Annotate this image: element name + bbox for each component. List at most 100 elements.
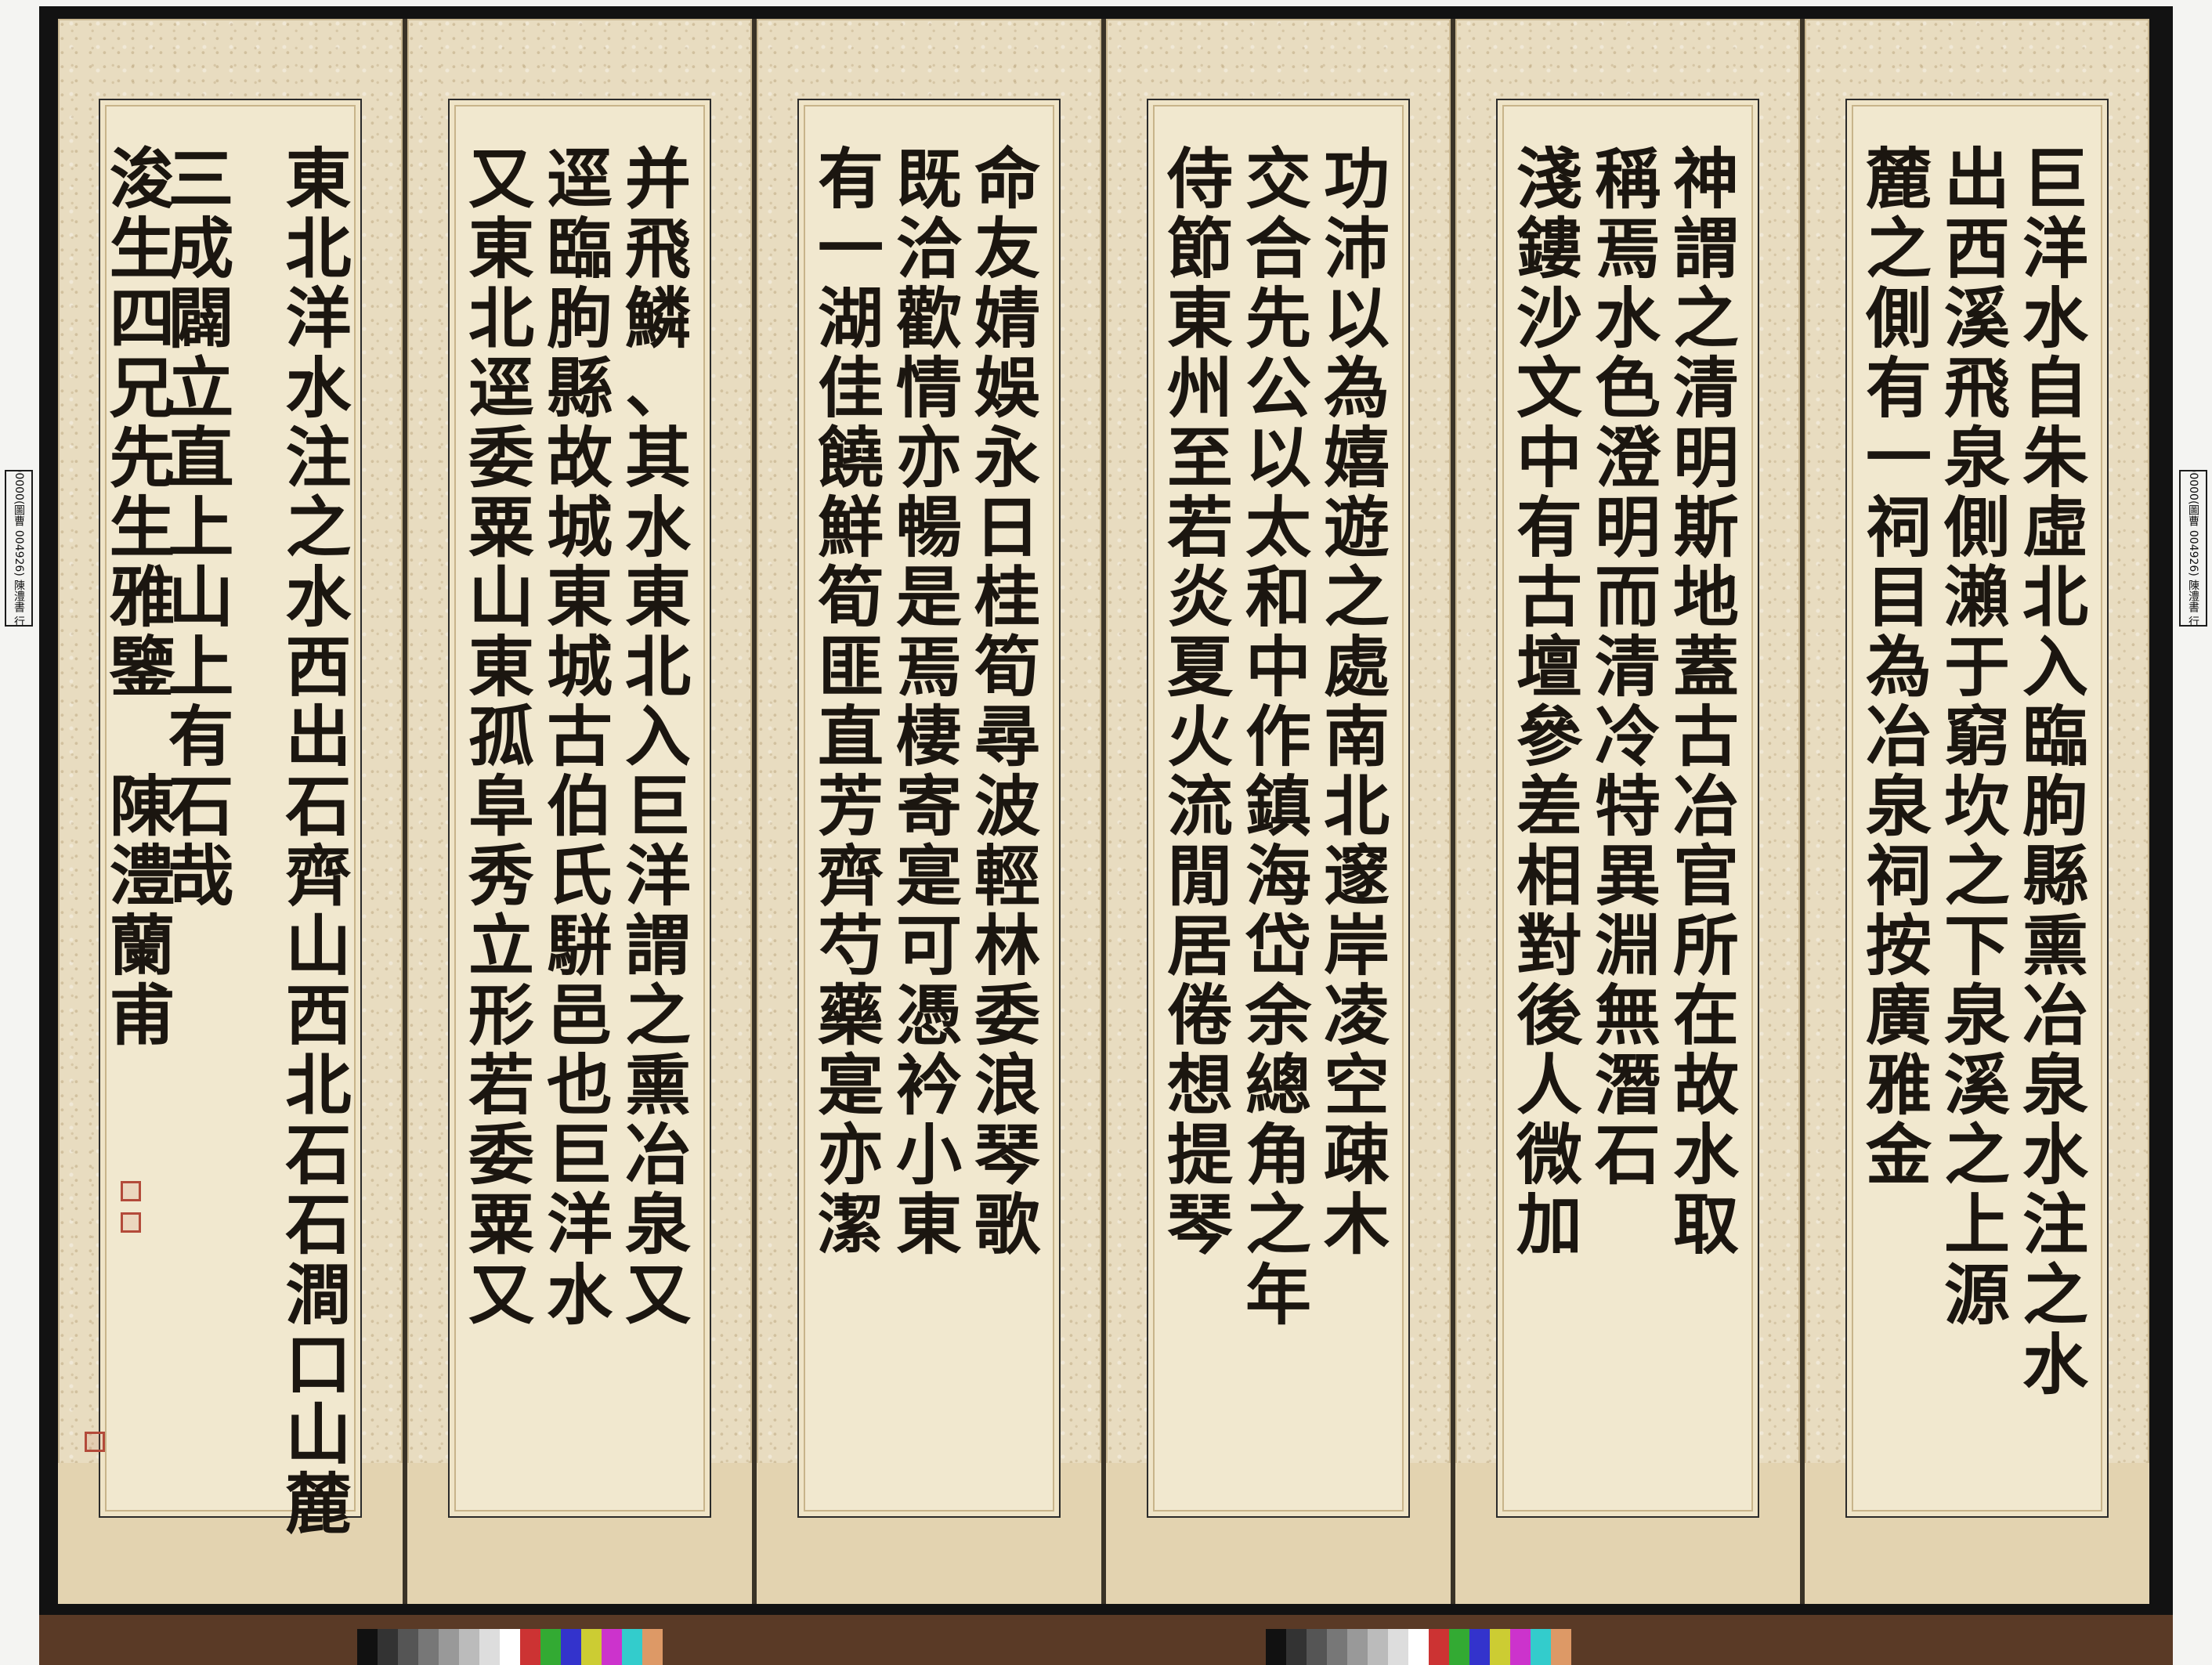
calligraphy-character: 中 xyxy=(1245,628,1311,706)
calligraphy-character: 巨 xyxy=(546,1116,613,1194)
calligraphy-character: 和 xyxy=(1245,558,1311,637)
calligraphy-character: 無 xyxy=(1594,977,1661,1055)
calligraphy-character: 城 xyxy=(546,489,613,567)
calligraphy-character: 注 xyxy=(2022,1186,2088,1264)
calligraphy-character: 浪 xyxy=(974,1046,1040,1125)
calligraphy-character: 山 xyxy=(285,1395,352,1473)
calligraphy-character: 日 xyxy=(974,489,1040,567)
calligraphy-character: 城 xyxy=(546,628,613,706)
calligraphy-character: 南 xyxy=(1323,698,1390,776)
calligraphy-character: 蓋 xyxy=(1672,628,1739,706)
calligraphy-character: 朱 xyxy=(2022,419,2088,497)
calligraphy-character: 特 xyxy=(1594,767,1661,846)
calligraphy-character: 文 xyxy=(1516,349,1582,428)
calligraphy-character: 朐 xyxy=(2022,767,2088,846)
calligraphy-character: 溪 xyxy=(1943,280,2010,358)
calligraphy-character: 之 xyxy=(1865,210,1932,288)
calligraphy-character: 上 xyxy=(168,628,234,706)
calligraphy-character: 友 xyxy=(974,210,1040,288)
calligraphy-character: 閒 xyxy=(1166,837,1233,916)
calligraphy-character: 淵 xyxy=(1594,907,1661,985)
calligraphy-character: 明 xyxy=(1594,489,1661,567)
calligraphy-character: 飛 xyxy=(624,210,691,288)
calligraphy-character: 古 xyxy=(546,698,613,776)
calligraphy-character: 縣 xyxy=(2022,837,2088,916)
calligraphy-character: 臨 xyxy=(546,210,613,288)
calligraphy-character: 氏 xyxy=(546,837,613,916)
calligraphy-character: 可 xyxy=(895,907,962,985)
panel-4: 功沛以為嬉遊之處南北邃岸凌空疎木交合先公以太和中作鎮海岱余總角之年侍節東州至若炎… xyxy=(1106,19,1451,1604)
calligraphy-character: 石 xyxy=(285,767,352,846)
calligraphy-character: 桂 xyxy=(974,558,1040,637)
calligraphy-character: 金 xyxy=(1865,1116,1932,1194)
calligraphy-column: 浚生四兄先生雅鑒 陳澧蘭甫 xyxy=(109,144,175,1488)
calligraphy-character: 娛 xyxy=(974,349,1040,428)
calligraphy-character: 古 xyxy=(1516,558,1582,637)
calligraphy-character: 熏 xyxy=(2022,907,2088,985)
calligraphy-character: 合 xyxy=(1245,210,1311,288)
calligraphy-column: 功沛以為嬉遊之處南北邃岸凌空疎木 xyxy=(1317,144,1396,1488)
calligraphy-character: 東 xyxy=(1166,280,1233,358)
calligraphy-character: 琴 xyxy=(974,1116,1040,1194)
calligraphy-character: 粟 xyxy=(468,1186,534,1264)
panel-5: 神謂之清明斯地蓋古冶官所在故水取稱焉水色澄明而清冷特異淵無潛石淺鏤沙文中有古壇參… xyxy=(1455,19,1800,1604)
calligraphy-character: 粟 xyxy=(468,489,534,567)
calligraphy-character: 相 xyxy=(1516,837,1582,916)
panel-hinge xyxy=(403,19,407,1604)
calligraphy-character: 又 xyxy=(468,1255,534,1334)
calligraphy-column: 神謂之清明斯地蓋古冶官所在故水取 xyxy=(1667,144,1745,1488)
calligraphy-character: 波 xyxy=(974,767,1040,846)
calligraphy-character: 泉 xyxy=(1943,419,2010,497)
calligraphy-character: 提 xyxy=(1166,1116,1233,1194)
calligraphy-character: 先 xyxy=(109,419,175,497)
calligraphy-character: 輕 xyxy=(974,837,1040,916)
calligraphy-character: 祠 xyxy=(1865,837,1932,916)
calligraphy-character: 海 xyxy=(1245,837,1311,916)
calligraphy-character: 交 xyxy=(1245,140,1311,218)
calligraphy-character: 逕 xyxy=(468,349,534,428)
panel-4-paper: 功沛以為嬉遊之處南北邃岸凌空疎木交合先公以太和中作鎮海岱余總角之年侍節東州至若炎… xyxy=(1147,99,1410,1518)
calligraphy-character: 之 xyxy=(1943,1116,2010,1194)
calligraphy-character: 口 xyxy=(285,1325,352,1403)
calligraphy-character: 溪 xyxy=(1943,1046,2010,1125)
calligraphy-character: 逕 xyxy=(546,140,613,218)
calligraphy-character: 空 xyxy=(1323,1046,1390,1125)
calligraphy-character: 注 xyxy=(285,419,352,497)
calligraphy-character: 太 xyxy=(1245,489,1311,567)
calligraphy-character: 沙 xyxy=(1516,280,1582,358)
calligraphy-character: 之 xyxy=(1323,558,1390,637)
calligraphy-character: 鑒 xyxy=(109,628,175,706)
calligraphy-character: 水 xyxy=(2022,1116,2088,1194)
panel-hinge xyxy=(1101,19,1106,1604)
calligraphy-character: 角 xyxy=(1245,1116,1311,1194)
calligraphy-column: 并飛鱗、其水東北入巨洋謂之熏冶泉又 xyxy=(619,144,697,1488)
calligraphy-character: 為 xyxy=(1865,628,1932,706)
calligraphy-character: 以 xyxy=(1245,419,1311,497)
calligraphy-character: 芳 xyxy=(817,767,884,846)
calligraphy-column: 既洽歡情亦暢是焉棲寄寔可憑衿小東 xyxy=(890,144,968,1488)
panel-6: 巨洋水自朱虛北入臨朐縣熏冶泉水注之水出西溪飛泉側瀨于窮坎之下泉溪之上源麓之側有一… xyxy=(1805,19,2149,1604)
calligraphy-character: 石 xyxy=(285,1116,352,1194)
calligraphy-character: 之 xyxy=(1245,1186,1311,1264)
calligraphy-character: 上 xyxy=(168,489,234,567)
calligraphy-character: 後 xyxy=(1516,977,1582,1055)
panel-2-paper: 并飛鱗、其水東北入巨洋謂之熏冶泉又逕臨朐縣故城東城古伯氏駢邑也巨洋水又東北逕委粟… xyxy=(448,99,711,1518)
calligraphy-character: 北 xyxy=(624,628,691,706)
calligraphy-character: 蘭 xyxy=(109,907,175,985)
calligraphy-character: 水 xyxy=(624,489,691,567)
calligraphy-character: 所 xyxy=(1672,907,1739,985)
calligraphy-character: 寄 xyxy=(895,767,962,846)
calligraphy-character: 水 xyxy=(285,558,352,637)
calligraphy-character: 清 xyxy=(1672,349,1739,428)
calligraphy-character: 佳 xyxy=(817,349,884,428)
calligraphy-character: 差 xyxy=(1516,767,1582,846)
calligraphy-character: 目 xyxy=(1865,558,1932,637)
calligraphy-character: 澄 xyxy=(1594,419,1661,497)
calligraphy-character: 謂 xyxy=(1672,210,1739,288)
calligraphy-character: 之 xyxy=(285,489,352,567)
calligraphy-character: 淺 xyxy=(1516,140,1582,218)
calligraphy-character: 阜 xyxy=(468,767,534,846)
calligraphy-character: 入 xyxy=(624,698,691,776)
calligraphy-character: 泉 xyxy=(1865,767,1932,846)
calligraphy-column: 交合先公以太和中作鎮海岱余總角之年 xyxy=(1239,144,1317,1488)
